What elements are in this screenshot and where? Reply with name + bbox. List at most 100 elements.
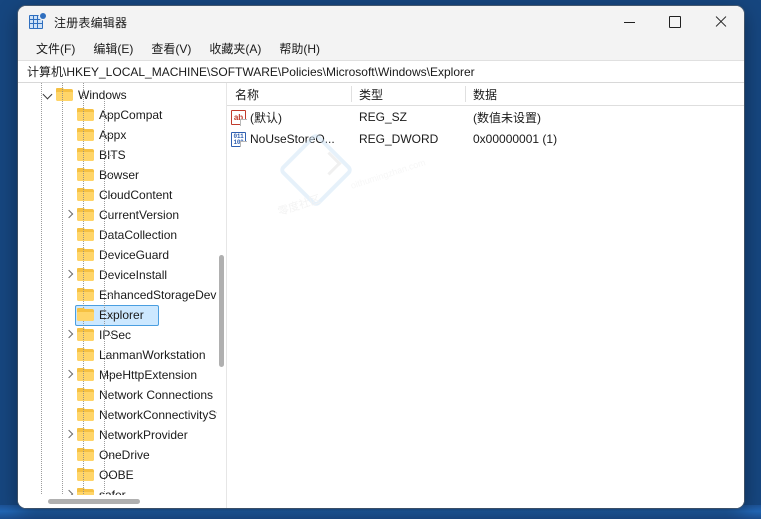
tree-item-label: Network Connections [99,388,214,402]
tree-item[interactable]: OneDrive [18,445,217,465]
chevron-right-icon[interactable] [62,365,77,385]
tree-guide-tick [104,415,114,416]
tree-guide-tick [104,335,114,336]
chevron-right-icon[interactable] [62,425,77,445]
tree-item[interactable]: LanmanWorkstation [18,345,217,365]
tree-item[interactable]: CloudContent [18,185,217,205]
tree-item[interactable]: EnhancedStorageDevices [18,285,217,305]
tree-guide-tick [104,355,114,356]
value-data: 0x00000001 (1) [473,132,558,146]
tree-leaf-spacer [62,225,77,245]
folder-icon [77,268,94,282]
menu-view[interactable]: 查看(V) [142,38,200,60]
menu-edit[interactable]: 编辑(E) [84,38,142,60]
tree-item[interactable]: Windows [18,85,217,105]
tree-item[interactable]: safer [18,485,217,495]
menu-bar: 文件(F) 编辑(E) 查看(V) 收藏夹(A) 帮助(H) [18,38,744,60]
tree-item[interactable]: OOBE [18,465,217,485]
tree-leaf-spacer [62,305,77,325]
column-data[interactable]: 数据 [465,83,665,105]
caption-button-group [606,6,744,38]
tree-item[interactable]: Bowser [18,165,217,185]
menu-file[interactable]: 文件(F) [27,38,84,60]
tree-guide-tick [104,255,114,256]
folder-icon [77,488,94,495]
column-type[interactable]: 类型 [351,83,465,105]
tree-guide-tick [104,235,114,236]
tree-item-label: NetworkConnectivityStatusIndicator [99,408,217,422]
content-area: Windows AppCompat Appx BITS Bowser CloudConte… [18,83,744,508]
tree-leaf-spacer [62,405,77,425]
folder-icon [56,88,73,102]
menu-favorites[interactable]: 收藏夹(A) [200,38,270,60]
tree-guide-tick [104,375,114,376]
folder-icon [77,228,94,242]
folder-icon [77,168,94,182]
values-column-header: 名称 类型 数据 [227,83,744,106]
tree-scroll-area: Windows AppCompat Appx BITS Bowser CloudConte… [18,83,217,495]
value-type: REG_SZ [359,110,408,124]
tree-item[interactable]: MpeHttpExtension [18,365,217,385]
tree-guide-tick [104,115,114,116]
tree-horizontal-scroll-thumb[interactable] [48,499,140,504]
tree-horizontal-scrollbar[interactable] [18,495,217,508]
folder-icon [77,428,94,442]
address-bar[interactable]: 计算机\HKEY_LOCAL_MACHINE\SOFTWARE\Policies… [18,60,744,83]
menu-help[interactable]: 帮助(H) [270,38,329,60]
tree-guide-tick [104,135,114,136]
tree-item[interactable]: DataCollection [18,225,217,245]
registry-path-text: 计算机\HKEY_LOCAL_MACHINE\SOFTWARE\Policies… [27,65,475,79]
maximize-icon [669,16,681,28]
tree-item[interactable]: DeviceGuard [18,245,217,265]
chevron-down-icon[interactable] [41,85,56,105]
folder-icon [77,308,94,322]
tree-item[interactable]: DeviceInstall [18,265,217,285]
tree-leaf-spacer [62,465,77,485]
value-row[interactable]: 011 100 NoUseStoreO... REG_DWORD 0x00000001 … [227,128,744,150]
chevron-right-icon[interactable] [62,325,77,345]
tree-item[interactable]: CurrentVersion [18,205,217,225]
chevron-right-icon[interactable] [62,485,77,495]
value-name: NoUseStoreO... [250,132,335,146]
tree-item[interactable]: Appx [18,125,217,145]
value-type: REG_DWORD [359,132,439,146]
value-row[interactable]: ab (默认) REG_SZ (数值未设置) [227,106,744,128]
tree-item-label: safer [99,488,126,495]
string-value-icon: ab [231,109,247,126]
watermark-text: 零度社区 [276,193,323,219]
watermark: 零度社区 oithumingzhan.com [265,131,465,271]
tree-item-selected[interactable]: Explorer [18,305,217,326]
tree-item[interactable]: IPSec [18,325,217,345]
tree-guide-tick [104,215,114,216]
tree-leaf-spacer [62,345,77,365]
tree-guide-line [83,83,84,495]
tree-item-label: Windows [78,88,127,102]
folder-icon [77,388,94,402]
folder-icon [77,188,94,202]
tree-leaf-spacer [62,105,77,125]
minimize-button[interactable] [606,6,652,38]
tree-item[interactable]: NetworkProvider [18,425,217,445]
tree-leaf-spacer [62,125,77,145]
tree-item[interactable]: AppCompat [18,105,217,125]
tree-vertical-scroll-thumb[interactable] [219,255,224,367]
tree-item[interactable]: BITS [18,145,217,165]
tree-leaf-spacer [62,245,77,265]
tree-guide-tick [104,435,114,436]
tree-vertical-scrollbar[interactable] [217,83,226,495]
title-bar: 注册表编辑器 [18,6,744,38]
value-name-cell: ab (默认) [227,109,351,126]
tree-item[interactable]: Network Connections [18,385,217,405]
registry-editor-window: 注册表编辑器 文件(F) 编辑(E) 查看(V) 收藏夹(A) 帮助(H) 计算机\HK… [18,6,744,508]
dword-value-icon: 011 100 [231,131,247,147]
tree-item-label: Explorer [99,308,144,322]
value-name-cell: 011 100 NoUseStoreO... [227,131,351,147]
chevron-right-icon[interactable] [62,265,77,285]
maximize-button[interactable] [652,6,698,38]
column-name[interactable]: 名称 [227,83,351,105]
folder-icon [77,148,94,162]
tree-item[interactable]: NetworkConnectivityStatusIndicator [18,405,217,425]
tree-guide-tick [104,175,114,176]
chevron-right-icon[interactable] [62,205,77,225]
close-button[interactable] [698,6,744,38]
